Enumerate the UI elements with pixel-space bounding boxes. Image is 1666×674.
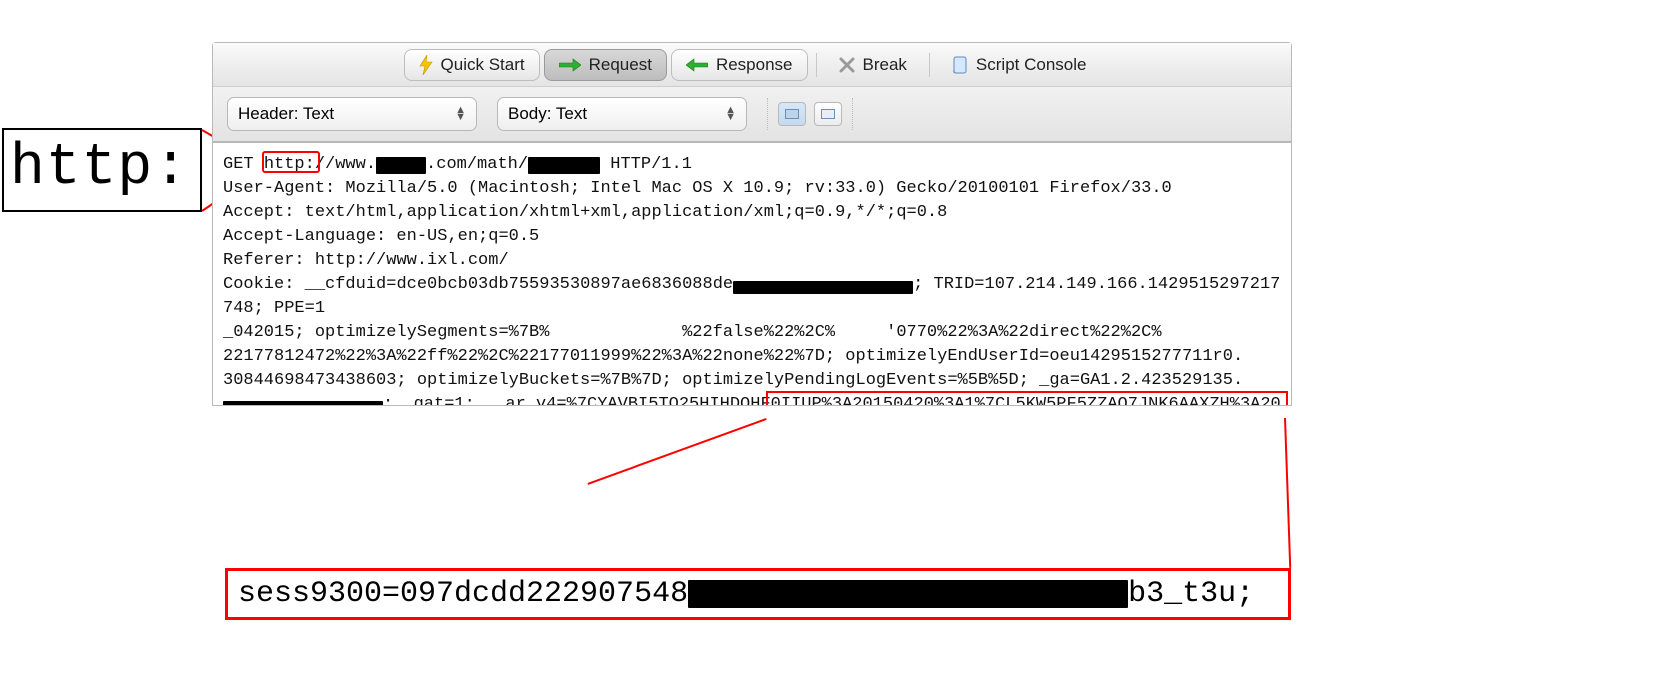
url-text: //www.: [315, 155, 376, 174]
x-icon: [839, 57, 855, 73]
callout-line: [587, 418, 766, 485]
callout-http-label: http:: [10, 136, 189, 201]
header-value: en-US,en;q=0.5: [386, 227, 539, 246]
callout-sess-frame: sess9300=097dcdd222907548 b3_t3u;: [225, 568, 1291, 620]
tab-script-console[interactable]: Script Console: [938, 49, 1101, 81]
cookie-text: __cfduid=dce0bcb03db75593530897ae6836088…: [294, 275, 733, 294]
tab-separator: [929, 53, 930, 77]
header-value: http://www.ixl.com/: [305, 251, 509, 270]
view-mode-group: [767, 98, 853, 130]
cookie-text: '0770%22%3A%22direct%22%2C%: [886, 323, 1161, 342]
redacted-path: [528, 157, 600, 174]
request-raw-text[interactable]: GET http://www. .com/math/ HTTP/1.1 User-…: [213, 143, 1291, 405]
format-toolbar: Header: Text ▲▼ Body: Text ▲▼: [213, 87, 1291, 143]
header-name: Cookie:: [223, 275, 294, 294]
redacted-sess-big: [688, 580, 1128, 608]
url-text: .com/math/: [426, 155, 528, 174]
redacted-domain: [376, 157, 426, 174]
header-name: Referer:: [223, 251, 305, 270]
tab-label: Request: [589, 55, 652, 75]
tab-response[interactable]: Response: [671, 49, 808, 81]
stepper-arrows-icon: ▲▼: [455, 107, 466, 121]
url-scheme: http:: [264, 155, 315, 174]
lightning-icon: [419, 55, 433, 75]
callout-line: [1284, 418, 1291, 568]
view-mode-single-button[interactable]: [778, 102, 806, 126]
callout-sess-suffix: b3_t3u;: [1128, 577, 1254, 611]
header-value: Mozilla/5.0 (Macintosh; Intel Mac OS X 1…: [335, 179, 1172, 198]
http-method: GET: [223, 155, 254, 174]
stepper-arrows-icon: ▲▼: [725, 107, 736, 121]
cookie-text: 30844698473438603; optimizelyBuckets=%7B…: [223, 371, 1243, 390]
header-value: text/html,application/xhtml+xml,applicat…: [294, 203, 947, 222]
tab-break[interactable]: Break: [825, 49, 921, 81]
header-name: Accept-Language:: [223, 227, 386, 246]
tab-quick-start[interactable]: Quick Start: [404, 49, 540, 81]
proxy-window: Quick Start Request Response Break: [212, 42, 1292, 406]
arrow-right-icon: [559, 58, 581, 72]
arrow-left-icon: [686, 58, 708, 72]
view-mode-split-button[interactable]: [814, 102, 842, 126]
select-label: Header: Text: [238, 104, 334, 124]
select-label: Body: Text: [508, 104, 587, 124]
tab-separator: [816, 53, 817, 77]
cookie-text: _042015; optimizelySegments=%7B%: [223, 323, 549, 342]
redacted-cookie: [733, 281, 913, 294]
tab-request[interactable]: Request: [544, 49, 667, 81]
redacted-cookie: [223, 401, 383, 405]
tab-label: Quick Start: [441, 55, 525, 75]
tab-label: Break: [863, 55, 907, 75]
tab-bar: Quick Start Request Response Break: [213, 43, 1291, 87]
body-format-select[interactable]: Body: Text ▲▼: [497, 97, 747, 131]
tab-label: Response: [716, 55, 793, 75]
script-icon: [952, 56, 968, 74]
http-version: HTTP/1.1: [600, 155, 692, 174]
tab-label: Script Console: [976, 55, 1087, 75]
cookie-text: 22177812472%22%3A%22ff%22%2C%22177011999…: [223, 347, 1243, 366]
cookie-text: %22false%22%2C%: [682, 323, 835, 342]
callout-sess-prefix: sess9300=097dcdd222907548: [238, 577, 688, 611]
header-name: User-Agent:: [223, 179, 335, 198]
header-format-select[interactable]: Header: Text ▲▼: [227, 97, 477, 131]
header-name: Accept:: [223, 203, 294, 222]
